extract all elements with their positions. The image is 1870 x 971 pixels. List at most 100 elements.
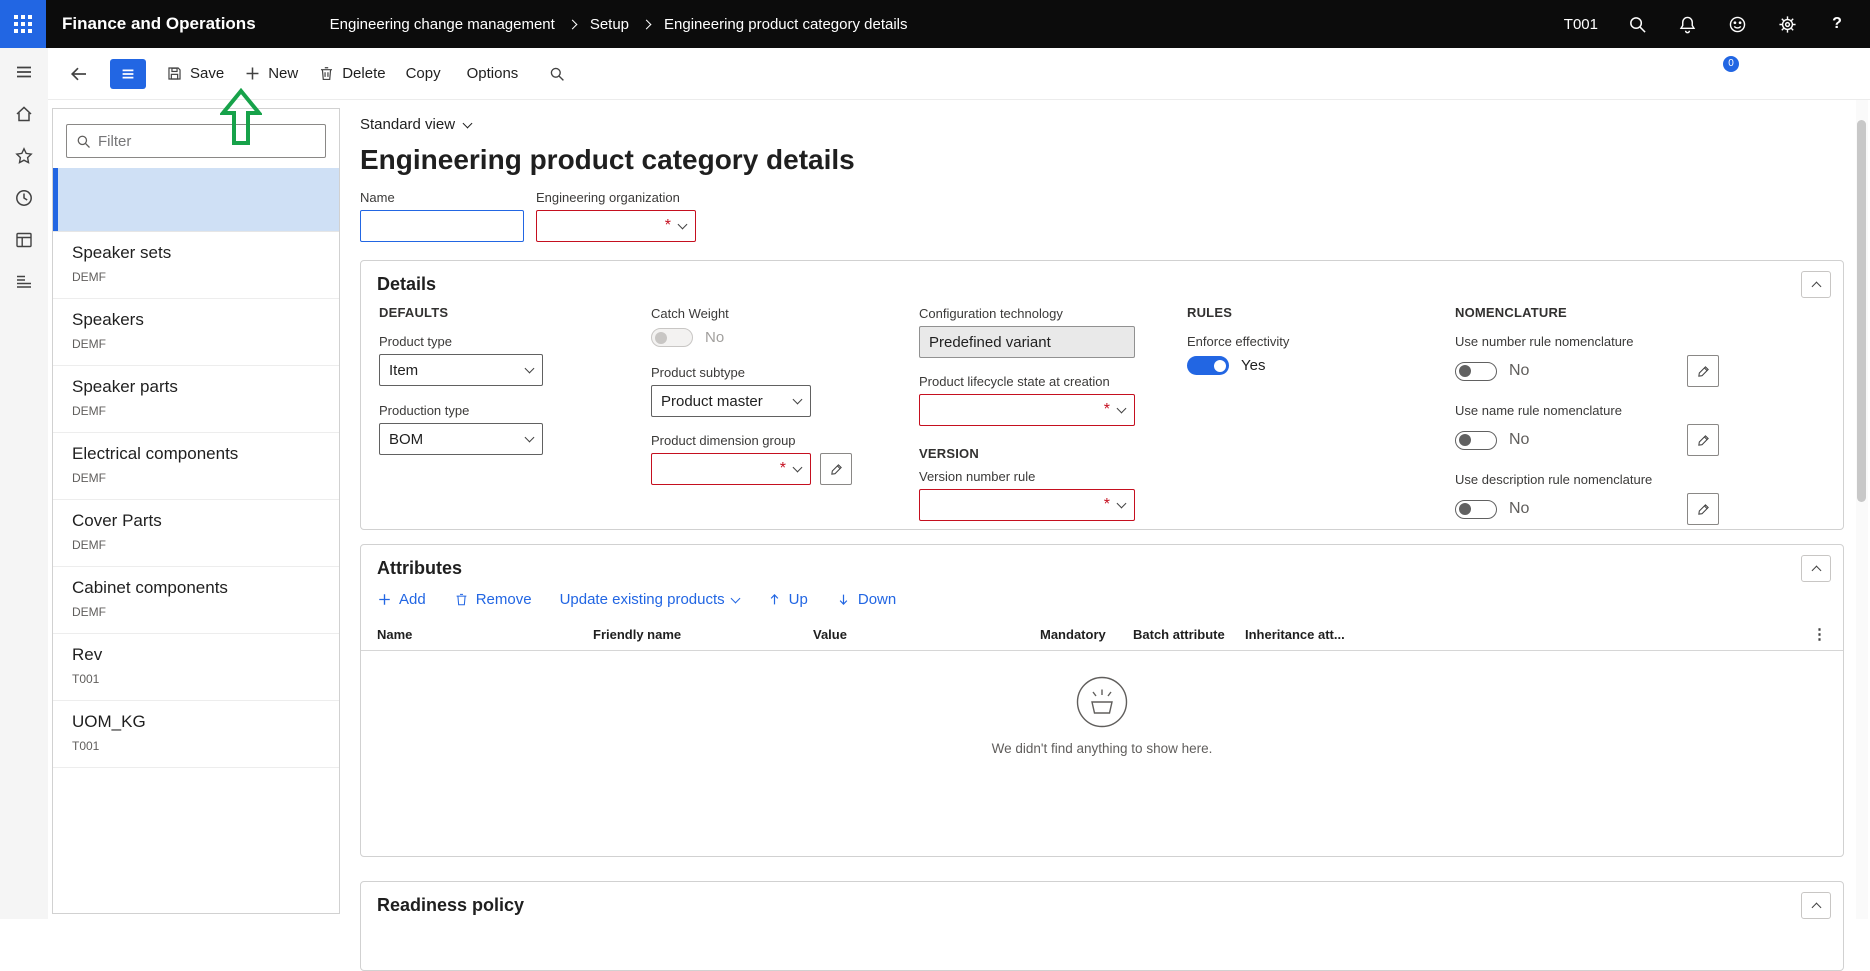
open-in-new-icon[interactable] <box>1828 63 1850 85</box>
name-rule-nomenclature-label: Use name rule nomenclature <box>1455 403 1719 418</box>
scrollbar-thumb[interactable] <box>1857 120 1866 502</box>
edit-dimension-group-button[interactable] <box>820 453 852 485</box>
edit-description-rule-button[interactable] <box>1687 493 1719 525</box>
new-button[interactable]: New <box>244 65 298 82</box>
edit-number-rule-button[interactable] <box>1687 355 1719 387</box>
product-subtype-dropdown[interactable]: Product master <box>651 385 811 417</box>
hamburger-menu-icon[interactable] <box>14 62 34 82</box>
list-icon[interactable] <box>14 272 34 292</box>
add-attribute-button[interactable]: Add <box>377 591 426 608</box>
breadcrumb-item-page[interactable]: Engineering product category details <box>664 16 908 33</box>
options-menu-button[interactable]: Options <box>467 65 519 82</box>
breadcrumb-item-module[interactable]: Engineering change management <box>330 16 555 33</box>
list-item[interactable]: Cabinet components DEMF <box>53 567 339 634</box>
diamond-icon[interactable] <box>1636 63 1658 85</box>
update-existing-products-button[interactable]: Update existing products <box>560 591 739 608</box>
details-collapse-button[interactable] <box>1801 271 1831 298</box>
name-input[interactable] <box>360 210 524 242</box>
name-rule-nomenclature-toggle[interactable] <box>1455 431 1497 450</box>
actionbar-search-icon[interactable] <box>546 63 568 85</box>
list-item[interactable]: Speakers DEMF <box>53 299 339 366</box>
name-field-label: Name <box>360 190 524 205</box>
product-dimension-group-label: Product dimension group <box>651 433 919 448</box>
description-rule-nomenclature-toggle[interactable] <box>1455 500 1497 519</box>
gear-icon[interactable] <box>1776 13 1798 35</box>
list-item[interactable]: UOM_KG T001 <box>53 701 339 768</box>
list-item-selected-new[interactable] <box>53 168 339 232</box>
bell-icon[interactable] <box>1676 13 1698 35</box>
number-rule-nomenclature-value: No <box>1509 362 1529 380</box>
production-type-label: Production type <box>379 403 651 418</box>
column-header-friendly-name[interactable]: Friendly name <box>593 627 813 642</box>
pages-icon[interactable] <box>1684 63 1706 85</box>
production-type-dropdown[interactable]: BOM <box>379 423 543 455</box>
copy-button[interactable]: Copy <box>406 65 441 82</box>
help-icon[interactable]: ? <box>1826 13 1848 35</box>
list-item[interactable]: Speaker sets DEMF <box>53 232 339 299</box>
required-asterisk: * <box>780 460 786 478</box>
product-dimension-group-combobox[interactable]: * <box>651 453 811 485</box>
app-launcher-button[interactable] <box>0 0 46 48</box>
category-name: Speakers <box>72 310 325 330</box>
refresh-icon[interactable] <box>1780 63 1802 85</box>
readiness-policy-title: Readiness policy <box>361 882 1843 916</box>
empty-state: We didn't find anything to show here. <box>361 651 1843 756</box>
save-label: Save <box>190 65 224 82</box>
save-button[interactable]: Save <box>166 65 224 82</box>
filter-box <box>66 124 326 158</box>
column-header-name[interactable]: Name <box>377 627 593 642</box>
chevron-down-icon <box>463 118 473 128</box>
move-up-button[interactable]: Up <box>767 591 808 608</box>
app-title: Finance and Operations <box>62 14 256 34</box>
category-name: Rev <box>72 645 325 665</box>
chevron-down-icon <box>730 593 740 603</box>
move-down-button[interactable]: Down <box>836 591 896 608</box>
breadcrumb-item-setup[interactable]: Setup <box>590 16 629 33</box>
column-header-value[interactable]: Value <box>813 627 1040 642</box>
attributes-collapse-button[interactable] <box>1801 555 1831 582</box>
number-rule-nomenclature-label: Use number rule nomenclature <box>1455 334 1719 349</box>
column-header-inheritance[interactable]: Inheritance att... <box>1245 627 1812 642</box>
list-item[interactable]: Speaker parts DEMF <box>53 366 339 433</box>
details-section-title: Details <box>361 261 1843 295</box>
back-arrow-icon[interactable] <box>68 63 90 85</box>
engineering-organization-combobox[interactable]: * <box>536 210 696 242</box>
up-label: Up <box>789 591 808 608</box>
column-header-batch-attribute[interactable]: Batch attribute <box>1133 627 1245 642</box>
edit-name-rule-button[interactable] <box>1687 424 1719 456</box>
list-item[interactable]: Electrical components DEMF <box>53 433 339 500</box>
product-type-dropdown[interactable]: Item <box>379 354 543 386</box>
environment-label[interactable]: T001 <box>1564 16 1598 33</box>
down-label: Down <box>858 591 896 608</box>
clock-icon[interactable] <box>14 188 34 208</box>
delete-button[interactable]: Delete <box>318 65 385 82</box>
required-asterisk: * <box>1104 401 1110 419</box>
version-number-rule-combobox[interactable]: * <box>919 489 1135 521</box>
flag-icon[interactable]: 0 <box>1732 63 1754 85</box>
version-header: VERSION <box>919 446 1187 461</box>
column-header-mandatory[interactable]: Mandatory <box>1040 627 1133 642</box>
lifecycle-state-combobox[interactable]: * <box>919 394 1135 426</box>
remove-attribute-button[interactable]: Remove <box>454 591 532 608</box>
search-icon[interactable] <box>1626 13 1648 35</box>
chevron-right-icon <box>567 19 577 29</box>
enforce-effectivity-toggle[interactable] <box>1187 356 1229 375</box>
view-selector[interactable]: Standard view <box>360 116 471 133</box>
list-item[interactable]: Cover Parts DEMF <box>53 500 339 567</box>
trash-icon <box>318 65 335 82</box>
number-rule-nomenclature-toggle[interactable] <box>1455 362 1497 381</box>
panel-menu-button[interactable] <box>110 59 146 89</box>
readiness-collapse-button[interactable] <box>1801 892 1831 919</box>
list-item[interactable]: Rev T001 <box>53 634 339 701</box>
name-rule-nomenclature-value: No <box>1509 431 1529 449</box>
home-icon[interactable] <box>14 104 34 124</box>
required-asterisk: * <box>665 217 671 235</box>
grid-icon[interactable] <box>14 230 34 250</box>
required-asterisk: * <box>1104 496 1110 514</box>
filter-input[interactable] <box>98 133 316 150</box>
star-icon[interactable] <box>14 146 34 166</box>
column-options-icon[interactable]: ⋮ <box>1812 625 1827 643</box>
smiley-feedback-icon[interactable] <box>1726 13 1748 35</box>
readiness-policy-section: Readiness policy <box>360 881 1844 971</box>
page-title: Engineering product category details <box>360 144 1844 176</box>
